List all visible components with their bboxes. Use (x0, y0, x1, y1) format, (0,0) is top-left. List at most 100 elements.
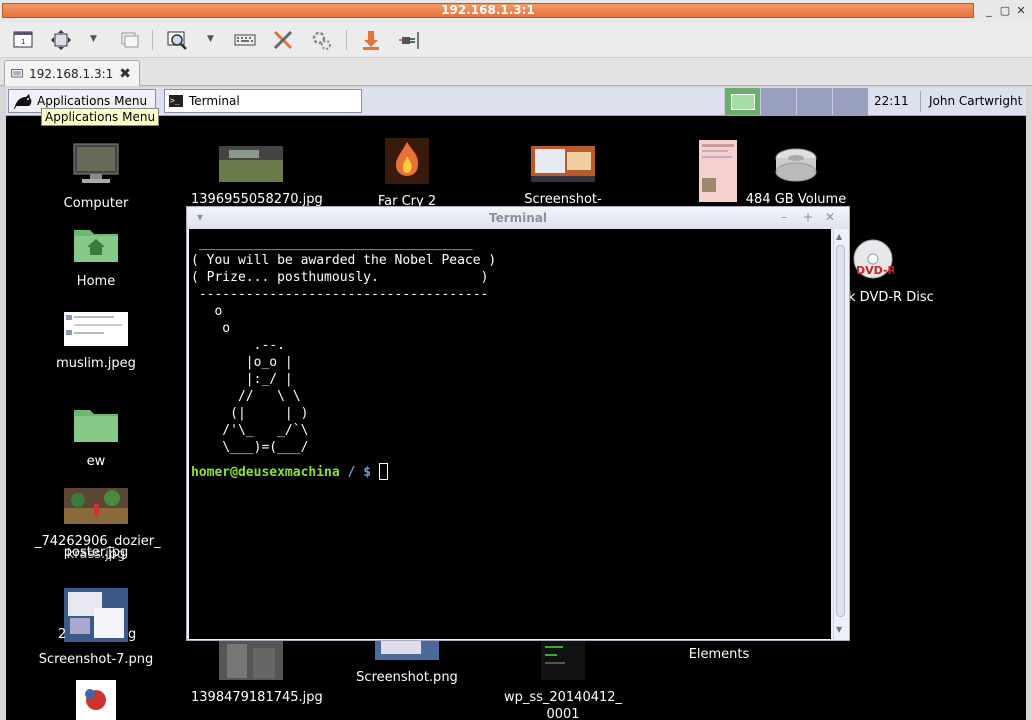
tab-label: 192.168.1.3:1 (29, 66, 114, 81)
terminal-title: Terminal (488, 211, 548, 225)
disconnect-icon[interactable] (396, 27, 422, 53)
desktop-icon-computer[interactable]: Computer (36, 142, 156, 212)
drive-icon (775, 148, 817, 182)
prompt-path: / $ (339, 465, 379, 480)
chevron-down-icon[interactable]: ▼ (90, 34, 97, 44)
minimize-icon[interactable]: – (781, 210, 787, 224)
desktop-icon-screenshot[interactable]: Screenshot.png (347, 638, 467, 686)
icon-label: k DVD-R Disc (848, 290, 934, 305)
desktop-icon-home[interactable]: Home (36, 224, 156, 290)
game-icon (385, 138, 429, 184)
vnc-viewer-window: 192.168.1.3:1 _ ▢ ✕ 1 ▼ ▼ 192.168.1.3:1 … (0, 0, 1032, 720)
desktop-icon-img2[interactable]: 1398479181745.jpg (191, 640, 323, 706)
desktop-icon-volume[interactable]: 484 GB Volume (736, 146, 856, 208)
image-thumbnail-icon (64, 312, 128, 346)
image-thumbnail-icon (541, 640, 585, 680)
tooltip: Applications Menu (41, 108, 160, 126)
scrollbar-thumb[interactable] (836, 245, 845, 617)
scroll-down-icon[interactable]: ▼ (836, 625, 842, 634)
panel-user[interactable]: John Cartwright (929, 94, 1022, 108)
zoom-icon[interactable] (164, 27, 190, 53)
icon-label: Elements (688, 647, 750, 662)
view-icon[interactable]: 1 (10, 27, 36, 53)
windows-icon[interactable] (116, 27, 142, 53)
desktop-icon-img1[interactable]: 1396955058270.jpg (191, 146, 323, 208)
close-icon[interactable]: ✕ (825, 210, 835, 224)
image-thumbnail-icon (219, 640, 283, 680)
terminal-icon: >_ (169, 95, 183, 107)
dvd-icon: DVD-R (853, 239, 897, 279)
document-thumbnail-icon (699, 140, 737, 202)
workspace-switcher (724, 88, 868, 115)
image-thumbnail-icon (64, 488, 128, 524)
svg-text:1: 1 (21, 38, 25, 46)
icon-label-fragment: g (128, 627, 137, 642)
fortune-output: ___________________________________ ( Yo… (191, 236, 497, 455)
panel-clock[interactable]: 22:11 (874, 94, 909, 108)
text-cursor (378, 463, 388, 480)
icon-label: Computer (63, 196, 129, 211)
settings-icon[interactable] (308, 27, 334, 53)
icon-label: wp_ss_20140412_ (503, 690, 623, 705)
terminal-scrollbar[interactable]: ▲ ▼ (833, 229, 847, 639)
applications-menu-label: Applications Menu (37, 94, 148, 108)
icon-label: ew (86, 454, 106, 469)
terminal-prompt[interactable]: homer@deusexmachina / $ (191, 463, 831, 481)
maximize-icon[interactable]: + (803, 210, 813, 224)
mouse-logo-icon (13, 94, 32, 110)
screen-icon (11, 68, 23, 77)
image-thumbnail-icon (64, 588, 128, 642)
image-thumbnail-icon (219, 146, 283, 182)
maximize-icon[interactable]: ▢ (998, 4, 1012, 18)
transfer-icon[interactable] (358, 27, 384, 53)
desktop-icon-muslim[interactable]: muslim.jpeg (36, 312, 156, 372)
icon-label: Home (76, 274, 116, 289)
computer-icon (73, 143, 119, 183)
tab-close-icon[interactable]: ✖ (119, 66, 131, 82)
image-thumbnail-icon (531, 146, 595, 182)
icon-label: 1398479181745.jpg (191, 690, 323, 705)
scroll-up-icon[interactable]: ▲ (836, 232, 842, 241)
window-titlebar[interactable]: 192.168.1.3:1 _ ▢ ✕ (0, 0, 1032, 22)
taskbar-item-label: Terminal (189, 94, 240, 108)
fullscreen-icon[interactable] (48, 27, 74, 53)
icon-label: Screenshot-7.png (38, 652, 154, 667)
desktop-icon-screenshot7[interactable]: 2 g Screenshot-7.png (36, 588, 156, 668)
window-title: 192.168.1.3:1 (2, 3, 974, 18)
icon-label: muslim.jpeg (56, 356, 136, 371)
home-folder-icon (74, 230, 118, 262)
toolbar: 1 ▼ ▼ (0, 22, 1032, 58)
workspace-4[interactable] (832, 88, 868, 115)
image-thumbnail-icon (76, 680, 116, 720)
icon-label-fragment: 2 (58, 627, 67, 642)
terminal-output[interactable]: ___________________________________ ( Yo… (189, 229, 831, 639)
terminal-titlebar[interactable]: ▾ Terminal – + ✕ (187, 207, 849, 229)
svg-text:DVD-R: DVD-R (856, 264, 894, 277)
desktop-icon-elements[interactable]: Elements (659, 646, 779, 663)
chevron-down-icon[interactable]: ▼ (207, 34, 214, 44)
desktop-icon-dozier[interactable]: _74262906_dozier_ krass.jpg poster.jpg (35, 488, 161, 562)
minimize-icon[interactable]: _ (982, 4, 996, 18)
folder-icon (74, 410, 118, 442)
image-thumbnail-icon (375, 638, 439, 660)
tab-connection[interactable]: 192.168.1.3:1 ✖ (4, 60, 140, 86)
taskbar-item-terminal[interactable]: >_ Terminal (164, 89, 362, 113)
workspace-1[interactable] (724, 88, 760, 115)
desktop-icon-wpss[interactable]: wp_ss_20140412_ 0001 (503, 640, 623, 720)
icon-label: Screenshot.png (356, 670, 458, 685)
desktop-icon-partial[interactable] (36, 680, 156, 720)
keyboard-icon[interactable] (232, 27, 258, 53)
desktop-icon-dvd[interactable]: DVD-R k DVD-R Disc (832, 238, 952, 306)
workspace-2[interactable] (760, 88, 796, 115)
desktop-icon-farcry[interactable]: Far Cry 2 (347, 138, 467, 210)
prompt-user: homer@deusexmachina (191, 465, 340, 480)
workspace-3[interactable] (796, 88, 832, 115)
icon-label: 0001 (546, 707, 580, 720)
close-icon[interactable]: ✕ (1014, 4, 1028, 18)
desktop-icon-ew[interactable]: ew (36, 404, 156, 470)
terminal-window[interactable]: ▾ Terminal – + ✕ _______________________… (186, 206, 850, 641)
icon-label: poster.jpg (63, 545, 129, 560)
tab-strip: 192.168.1.3:1 ✖ (0, 58, 1032, 86)
tools-icon[interactable] (270, 27, 296, 53)
remote-desktop[interactable]: Applications Menu >_ Terminal 22:11 John… (6, 88, 1026, 720)
